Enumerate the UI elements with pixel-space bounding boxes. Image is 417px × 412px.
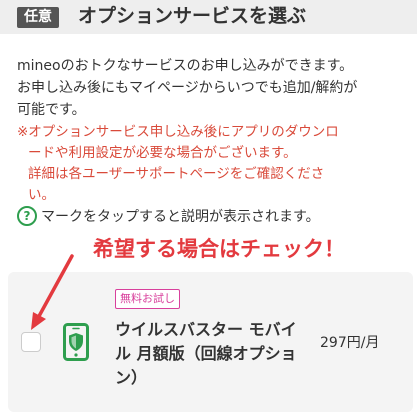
service-name-line: ウイルスバスター モバイ xyxy=(115,320,297,339)
intro-line: mineoのおトクなサービスのお申し込みができます。 xyxy=(17,58,354,74)
help-hint: ? マークをタップすると説明が表示されます。 xyxy=(17,206,320,226)
question-icon: ? xyxy=(17,206,37,226)
intro-text: mineoのおトクなサービスのお申し込みができます。 お申し込み後にもマイページ… xyxy=(17,55,411,121)
service-name: ウイルスバスター モバイ ル 月額版（回線オプショ ン） xyxy=(115,318,319,390)
intro-line: 可能です。 xyxy=(17,102,86,118)
service-name-line: ン） xyxy=(115,368,148,387)
section-title: オプションサービスを選ぶ xyxy=(78,5,307,27)
notice-text: ※オプションサービス申し込み後にアプリのダウンロ ードや利用設定が必要な場合がご… xyxy=(17,122,415,206)
service-card[interactable]: 無料お試し ウイルスバスター モバイ ル 月額版（回線オプショ ン） 297円/… xyxy=(8,272,413,412)
notice-line: ードや利用設定が必要な場合がございます。 xyxy=(28,145,297,161)
service-name-line: ル 月額版（回線オプショ xyxy=(115,344,297,363)
service-checkbox[interactable] xyxy=(21,332,41,352)
annotation-label: 希望する場合はチェック！ xyxy=(93,237,345,261)
help-text: マークをタップすると説明が表示されます。 xyxy=(41,209,320,225)
optional-badge: 任意 xyxy=(17,7,59,28)
notice-line: ※オプションサービス申し込み後にアプリのダウンロ xyxy=(17,124,339,140)
service-price: 297円/月 xyxy=(320,335,380,351)
section-header: 任意 オプションサービスを選ぶ xyxy=(0,0,417,34)
intro-line: お申し込み後にもマイページからいつでも追加/解約が xyxy=(17,80,358,96)
phone-shield-icon xyxy=(63,323,89,361)
notice-line: い。 xyxy=(28,187,55,203)
free-trial-tag: 無料お試し xyxy=(115,289,180,309)
notice-line: 詳細は各ユーザーサポートページをご確認くださ xyxy=(28,166,325,182)
